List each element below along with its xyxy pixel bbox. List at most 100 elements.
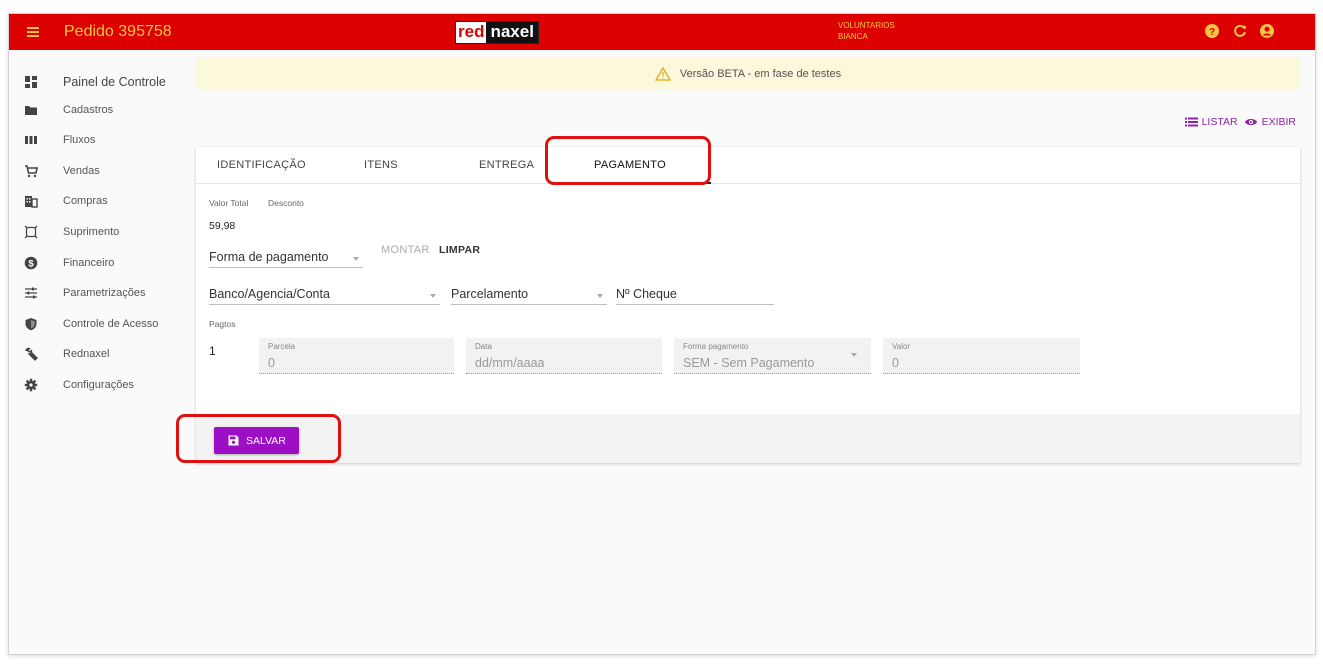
forma-pagamento-field[interactable]: Forma pagamento SEM - Sem Pagamento <box>674 338 871 374</box>
cheque-input-placeholder: Nº Cheque <box>616 287 677 301</box>
refresh-icon[interactable] <box>1232 23 1248 39</box>
sidebar-item-label: Controle de Acesso <box>63 318 159 330</box>
valor-value: 0 <box>892 356 899 370</box>
tab-entrega[interactable]: ENTREGA <box>479 159 534 171</box>
sidebar-item-label: Parametrizações <box>63 287 146 299</box>
total-value: 59,98 <box>209 220 236 232</box>
data-value: dd/mm/aaaa <box>475 356 545 370</box>
sidebar-item-label: Financeiro <box>63 257 115 269</box>
forma-pagamento-value: SEM - Sem Pagamento <box>683 356 815 370</box>
building-icon <box>25 196 38 208</box>
sidebar-item-label: Configurações <box>63 379 134 391</box>
svg-text:$: $ <box>28 259 34 270</box>
folder-icon <box>25 106 37 115</box>
sidebar-item-label: Vendas <box>63 165 100 177</box>
tab-bar: IDENTIFICAÇÃO ITENS ENTREGA PAGAMENTO <box>196 147 1300 184</box>
user-info: VOLUNTARIOS BIANCA <box>838 20 895 42</box>
columns-icon <box>25 136 37 144</box>
parcela-label: Parcela <box>268 342 296 351</box>
sidebar-item-compras[interactable]: Compras <box>9 187 189 215</box>
tab-pagamento[interactable]: PAGAMENTO <box>594 159 666 171</box>
payment-method-select[interactable]: Forma de pagamento <box>209 248 363 268</box>
view-button[interactable]: EXIBIR <box>1244 116 1296 128</box>
view-label: EXIBIR <box>1261 116 1296 128</box>
valor-label: Valor <box>892 342 911 351</box>
chevron-down-icon <box>353 257 359 261</box>
list-label: LISTAR <box>1201 116 1238 128</box>
view-actions: LISTAR EXIBIR <box>1179 116 1296 128</box>
sidebar: Painel de Controle Cadastros Fluxos Vend… <box>9 50 194 654</box>
cart-icon <box>25 165 38 178</box>
gear-icon <box>24 378 38 392</box>
shield-icon <box>25 318 37 331</box>
sidebar-item-parametrizacoes[interactable]: Parametrizações <box>9 279 189 307</box>
sidebar-item-suprimento[interactable]: Suprimento <box>9 218 189 246</box>
account-icon[interactable] <box>1259 23 1275 39</box>
bank-select[interactable]: Banco/Agencia/Conta <box>209 285 440 305</box>
installments-select-text: Parcelamento <box>451 287 529 301</box>
card-footer: SALVAR <box>196 414 1300 463</box>
help-icon[interactable]: ? <box>1204 23 1220 39</box>
app-window: Pedido 395758 red naxel VOLUNTARIOS BIAN… <box>8 13 1316 655</box>
pagtos-label: Pagtos <box>209 319 236 329</box>
save-icon <box>228 435 239 446</box>
sidebar-item-controle-acesso[interactable]: Controle de Acesso <box>9 310 189 338</box>
user-name: BIANCA <box>838 32 868 41</box>
parcela-field[interactable]: Parcela 0 <box>259 338 454 374</box>
sidebar-item-vendas[interactable]: Vendas <box>9 157 189 185</box>
sidebar-item-painel[interactable]: Painel de Controle <box>9 68 189 96</box>
discount-label: Desconto <box>268 198 304 208</box>
cheque-input[interactable]: Nº Cheque <box>616 285 774 305</box>
logo-naxel-text: naxel <box>486 22 538 43</box>
tab-identificacao[interactable]: IDENTIFICAÇÃO <box>217 159 306 171</box>
sidebar-item-rednaxel[interactable]: Rednaxel <box>9 340 189 368</box>
payment-method-select-text: Forma de pagamento <box>209 250 329 264</box>
svg-text:?: ? <box>1209 27 1215 38</box>
limpar-button[interactable]: LIMPAR <box>439 244 480 256</box>
valor-field[interactable]: Valor 0 <box>883 338 1080 374</box>
installments-select[interactable]: Parcelamento <box>451 285 607 305</box>
wrench-icon <box>25 347 38 361</box>
sidebar-item-fluxos[interactable]: Fluxos <box>9 126 189 154</box>
data-field[interactable]: Data dd/mm/aaaa <box>466 338 662 374</box>
logo-red-text: red <box>456 22 487 43</box>
sidebar-item-label: Painel de Controle <box>63 75 166 89</box>
menu-icon[interactable] <box>27 27 39 37</box>
sidebar-item-label: Cadastros <box>63 104 114 116</box>
page-title: Pedido 395758 <box>64 23 172 40</box>
sidebar-item-financeiro[interactable]: $ Financeiro <box>9 249 189 277</box>
chevron-down-icon <box>851 353 857 357</box>
payment-row-number: 1 <box>209 344 216 358</box>
sidebar-item-label: Suprimento <box>63 226 120 238</box>
order-card: IDENTIFICAÇÃO ITENS ENTREGA PAGAMENTO Va… <box>196 147 1300 463</box>
sidebar-item-cadastros[interactable]: Cadastros <box>9 96 189 124</box>
save-button[interactable]: SALVAR <box>214 427 299 454</box>
tab-itens[interactable]: ITENS <box>364 159 398 171</box>
box-icon <box>24 225 38 239</box>
bank-select-text: Banco/Agencia/Conta <box>209 287 330 301</box>
sidebar-item-label: Compras <box>63 195 108 207</box>
sliders-icon <box>25 287 37 299</box>
beta-banner: Versão BETA - em fase de testes <box>196 57 1300 90</box>
total-label: Valor Total <box>209 198 249 208</box>
parcela-value: 0 <box>268 356 275 370</box>
warning-icon <box>654 66 671 81</box>
beta-banner-text: Versão BETA - em fase de testes <box>679 67 842 80</box>
chevron-down-icon <box>597 294 603 298</box>
money-icon: $ <box>24 256 38 270</box>
sidebar-item-label: Rednaxel <box>63 348 110 360</box>
list-icon <box>1184 117 1198 127</box>
active-tab-indicator <box>561 182 711 184</box>
sidebar-item-configuracoes[interactable]: Configurações <box>9 371 189 399</box>
data-label: Data <box>475 342 492 351</box>
montar-button[interactable]: MONTAR <box>381 244 430 256</box>
rednaxel-logo[interactable]: red naxel <box>455 21 539 44</box>
forma-pagamento-label: Forma pagamento <box>683 342 749 351</box>
list-button[interactable]: LISTAR <box>1184 116 1238 128</box>
eye-icon <box>1244 119 1257 125</box>
user-organization: VOLUNTARIOS <box>838 21 895 30</box>
save-button-label: SALVAR <box>246 434 286 447</box>
chevron-down-icon <box>430 294 436 298</box>
dashboard-icon <box>25 76 37 88</box>
top-bar: Pedido 395758 red naxel VOLUNTARIOS BIAN… <box>9 14 1315 50</box>
